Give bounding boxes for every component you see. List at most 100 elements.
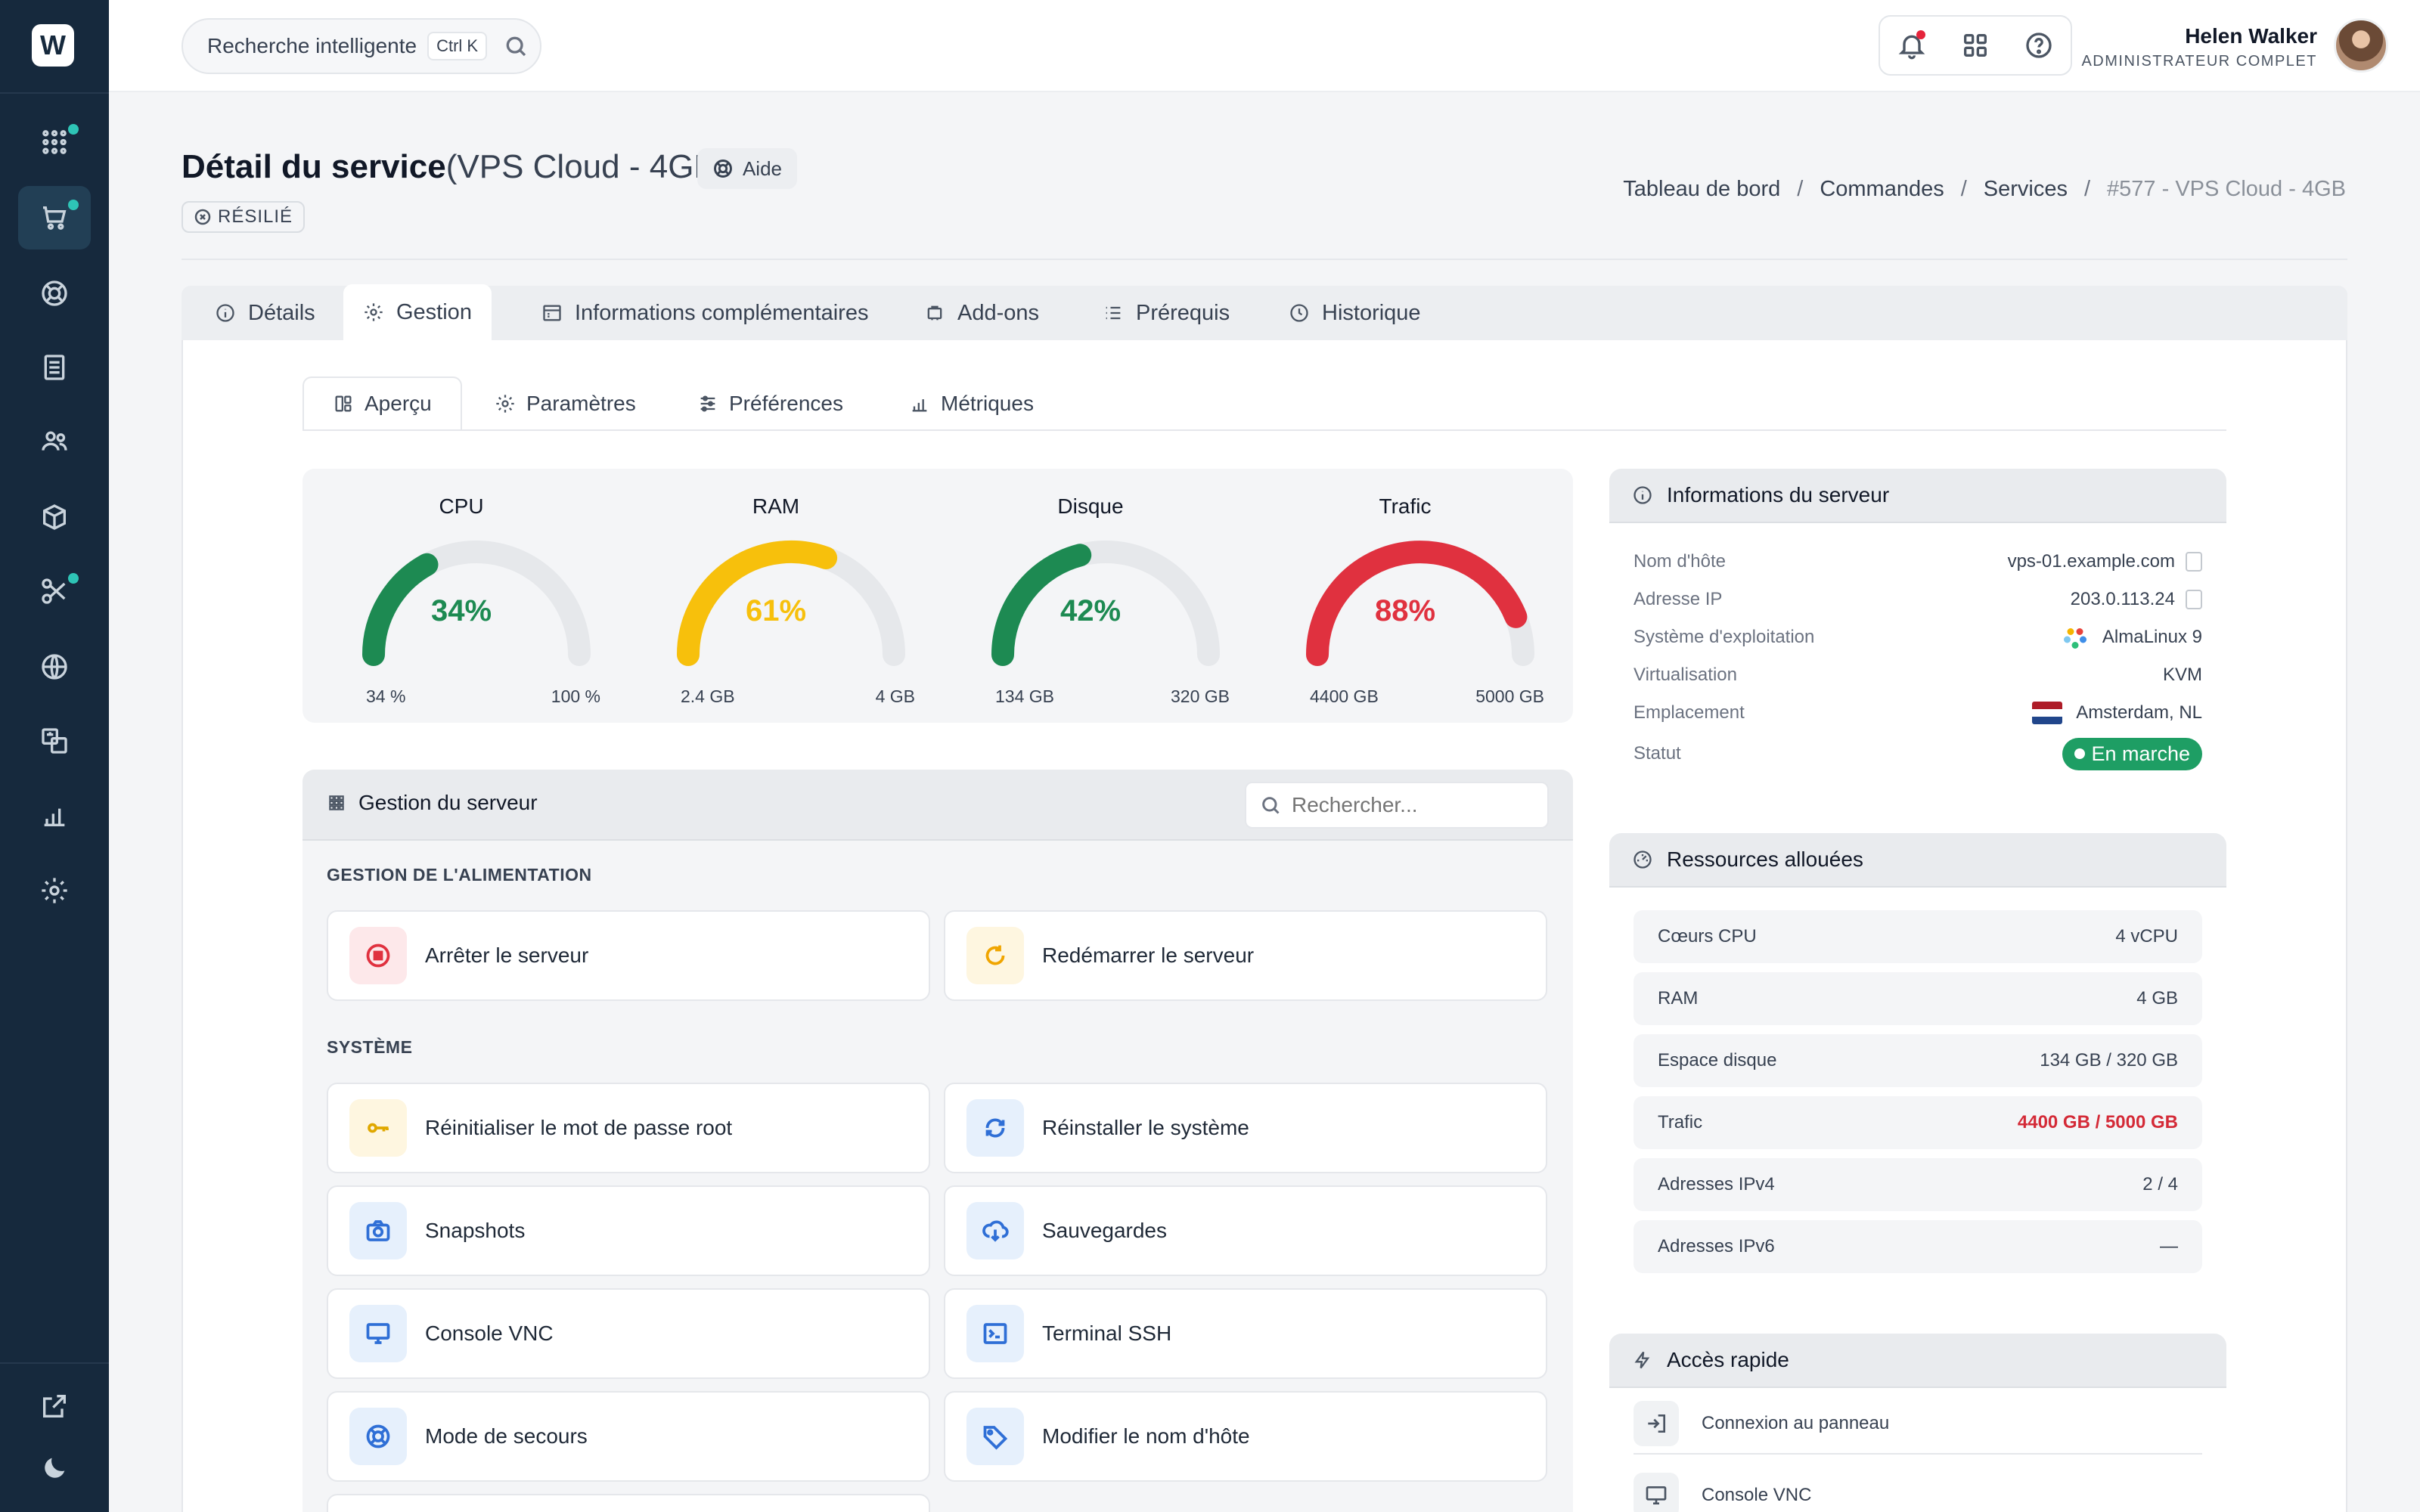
- camera-icon: [366, 1220, 390, 1241]
- ssh-terminal-button[interactable]: Terminal SSH: [944, 1288, 1547, 1379]
- tab-addons[interactable]: Add-ons: [904, 286, 1059, 340]
- sidebar-divider: [0, 1362, 109, 1364]
- reset-root-password-button[interactable]: Réinitialiser le mot de passe root: [327, 1083, 930, 1173]
- search-icon: [506, 36, 526, 57]
- tools-icon: [42, 578, 66, 604]
- divider: [182, 259, 2347, 260]
- quick-access-panel-login[interactable]: Connexion au panneau: [1634, 1394, 2202, 1455]
- breadcrumb-separator: /: [1960, 177, 1967, 201]
- info-icon: [216, 304, 234, 322]
- copy-icon[interactable]: [2186, 590, 2202, 609]
- help-button[interactable]: [2024, 30, 2054, 60]
- sidebar-item-reports[interactable]: [18, 783, 91, 847]
- main-tabs: Détails Gestion Informations complémenta…: [182, 284, 2347, 340]
- gauge-traffic: Trafic 88% 4400 GB 5000 GB: [1261, 469, 1549, 723]
- server-management-header: Gestion du serveur: [302, 770, 1573, 841]
- gauge-max: 4 GB: [875, 686, 915, 706]
- sidebar-item-orders[interactable]: [18, 186, 91, 249]
- gauge-disk: Disque 42% 134 GB 320 GB: [947, 469, 1234, 723]
- apps-button[interactable]: [1960, 30, 1990, 60]
- backups-button[interactable]: Sauvegardes: [944, 1185, 1547, 1276]
- tab-history[interactable]: Historique: [1269, 286, 1441, 340]
- external-link-button[interactable]: [18, 1374, 91, 1438]
- gauge-value: 61%: [745, 594, 807, 627]
- section-label-system: SYSTÈME: [327, 1037, 413, 1057]
- quick-access-vnc-console[interactable]: Console VNC: [1634, 1465, 2202, 1512]
- layout-icon: [335, 395, 352, 412]
- dark-mode-toggle[interactable]: [18, 1436, 91, 1500]
- gauge-label: CPU: [439, 494, 484, 518]
- usage-gauges: CPU 34% 34 % 100 % RAM 61% 2.4 GB 4 GB D…: [302, 469, 1573, 723]
- subtab-preferences[interactable]: Préférences: [669, 376, 872, 431]
- app-logo[interactable]: W: [32, 24, 74, 67]
- restart-icon-box: [966, 927, 1024, 984]
- user-role: ADMINISTRATEUR COMPLET: [2081, 53, 2317, 70]
- notifications-button[interactable]: [1897, 30, 1927, 60]
- change-hostname-button[interactable]: Modifier le nom d'hôte: [944, 1391, 1547, 1482]
- copy-icon[interactable]: [2186, 552, 2202, 572]
- user-menu[interactable]: Helen Walker ADMINISTRATEUR COMPLET: [2081, 24, 2317, 70]
- smart-search[interactable]: Recherche intelligente Ctrl K: [182, 18, 541, 74]
- sidebar-item-clients[interactable]: [18, 410, 91, 473]
- reinstall-icon-box: [966, 1099, 1024, 1157]
- sidebar-item-settings[interactable]: [18, 859, 91, 922]
- avatar[interactable]: [2334, 18, 2388, 73]
- actions-search-input[interactable]: [1292, 793, 1534, 817]
- sidebar-item-support[interactable]: [18, 262, 91, 325]
- gauge-min: 134 GB: [995, 686, 1054, 706]
- gauge-cpu: CPU 34% 34 % 100 %: [318, 469, 605, 723]
- breadcrumb-dashboard[interactable]: Tableau de bord: [1623, 177, 1780, 202]
- gauge-value: 42%: [1060, 594, 1122, 627]
- tag-icon-box: [966, 1408, 1024, 1465]
- gauge-value: 88%: [1374, 594, 1436, 627]
- sidebar-item-products[interactable]: [18, 485, 91, 549]
- monitor-icon: [1646, 1486, 1667, 1504]
- lifebuoy-icon: [714, 160, 732, 178]
- lightning-icon: [1634, 1351, 1650, 1369]
- clock-icon: [1290, 304, 1308, 322]
- sidebar-item-translations[interactable]: [18, 709, 91, 773]
- gauge-max: 5000 GB: [1475, 686, 1544, 706]
- breadcrumb-separator: /: [1797, 177, 1804, 201]
- gauge-min: 34 %: [366, 686, 406, 706]
- gauge-icon: [1634, 850, 1652, 869]
- breadcrumb: Tableau de bord / Commandes / Services /…: [1623, 177, 2346, 202]
- breadcrumb-orders[interactable]: Commandes: [1820, 177, 1944, 202]
- reinstall-system-button[interactable]: Réinstaller le système: [944, 1083, 1547, 1173]
- moon-icon: [45, 1458, 65, 1478]
- section-title: Gestion du serveur: [327, 791, 538, 815]
- tab-additional-info[interactable]: Informations complémentaires: [522, 286, 888, 340]
- info-row-location: Emplacement Amsterdam, NL: [1634, 702, 2202, 724]
- stop-server-button[interactable]: Arrêter le serveur: [327, 910, 930, 1001]
- restart-server-button[interactable]: Redémarrer le serveur: [944, 910, 1547, 1001]
- rescue-mode-button[interactable]: Mode de secours: [327, 1391, 930, 1482]
- vnc-console-button[interactable]: Console VNC: [327, 1288, 930, 1379]
- subtab-parameters[interactable]: Paramètres: [466, 376, 665, 431]
- notification-dot: [68, 573, 79, 584]
- info-row-virtualization: Virtualisation KVM: [1634, 665, 2202, 685]
- more-actions-card[interactable]: [327, 1494, 930, 1512]
- help-button[interactable]: Aide: [697, 148, 797, 189]
- page-title: Détail du service(VPS Cloud - 4GB): [182, 148, 728, 185]
- subtab-metrics[interactable]: Métriques: [880, 376, 1063, 431]
- notification-dot: [1916, 30, 1925, 39]
- sidebar-item-domains[interactable]: [18, 635, 91, 699]
- sidebar-item-tools[interactable]: [18, 559, 91, 623]
- breadcrumb-services[interactable]: Services: [1984, 177, 2068, 202]
- subtab-divider: [302, 429, 2226, 431]
- search-icon: [1262, 797, 1280, 814]
- monitor-icon: [366, 1323, 390, 1344]
- sidebar-item-apps[interactable]: [18, 110, 91, 174]
- help-circle-icon: [2026, 33, 2052, 58]
- gauge-max: 100 %: [551, 686, 600, 706]
- status-badge: En marche: [2062, 737, 2202, 770]
- top-header: Recherche intelligente Ctrl K Helen Walk…: [109, 0, 2420, 92]
- tab-details[interactable]: Détails: [195, 286, 335, 340]
- subtab-overview[interactable]: Aperçu: [302, 376, 462, 431]
- snapshots-button[interactable]: Snapshots: [327, 1185, 930, 1276]
- sidebar-item-invoices[interactable]: [18, 336, 91, 399]
- backup-icon-box: [966, 1202, 1024, 1259]
- server-management: Gestion du serveur GESTION DE L'ALIMENTA…: [302, 770, 1573, 1512]
- tab-prerequisites[interactable]: Prérequis: [1083, 286, 1249, 340]
- tab-management[interactable]: Gestion: [343, 284, 492, 340]
